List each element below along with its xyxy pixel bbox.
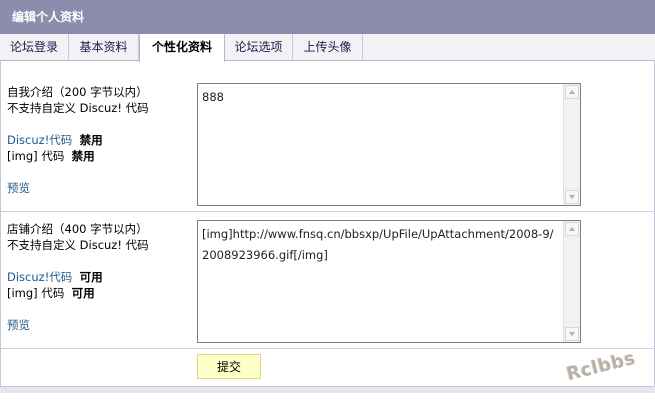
shop-discuz-code-line: Discuz!代码 可用 [7,269,149,285]
bio-textarea[interactable]: 888 [197,83,581,206]
tab-personalized-profile[interactable]: 个性化资料 [139,34,225,62]
tab-forum-login[interactable]: 论坛登录 [0,34,69,61]
bio-img-code-label: [img] 代码 [7,149,65,163]
page-title: 编辑个人资料 [0,0,655,34]
shop-textarea-value: [img]http://www.fnsq.cn/bbsxp/UpFile/UpA… [202,227,554,262]
scroll-up-arrow-icon[interactable] [565,85,579,99]
shop-row: 店铺介绍（400 字节以内） 不支持自定义 Discuz! 代码 Discuz!… [0,212,655,349]
shop-discuz-code-status: 可用 [79,270,103,284]
bio-discuz-code-link[interactable]: Discuz!代码 [7,133,72,147]
shop-textarea[interactable]: [img]http://www.fnsq.cn/bbsxp/UpFile/UpA… [197,220,581,343]
tab-upload-avatar[interactable]: 上传头像 [293,34,363,61]
bio-scrollbar[interactable] [563,84,580,205]
shop-img-code-label: [img] 代码 [7,286,65,300]
bio-field-label: 自我介绍（200 字节以内） 不支持自定义 Discuz! 代码 Discuz!… [7,84,149,196]
bio-discuz-code-status: 禁用 [79,133,103,147]
bio-img-code-line: [img] 代码 禁用 [7,148,149,164]
submit-button[interactable]: 提交 [197,354,261,379]
shop-discuz-code-link[interactable]: Discuz!代码 [7,270,72,284]
scroll-down-arrow-icon[interactable] [565,327,579,341]
panel-footer [0,386,655,393]
shop-title: 店铺介绍（400 字节以内） [7,222,148,236]
shop-note: 不支持自定义 Discuz! 代码 [7,238,149,252]
bio-title: 自我介绍（200 字节以内） [7,85,148,99]
bio-img-code-status: 禁用 [71,149,95,163]
bio-row: 自我介绍（200 字节以内） 不支持自定义 Discuz! 代码 Discuz!… [0,76,655,212]
bio-note: 不支持自定义 Discuz! 代码 [7,101,149,115]
scroll-down-arrow-icon[interactable] [565,190,579,204]
tab-bar: 论坛登录 基本资料 个性化资料 论坛选项 上传头像 [0,34,655,62]
submit-row: 提交 [0,349,655,385]
shop-field-label: 店铺介绍（400 字节以内） 不支持自定义 Discuz! 代码 Discuz!… [7,221,149,333]
scroll-up-arrow-icon[interactable] [565,222,579,236]
shop-img-code-line: [img] 代码 可用 [7,285,149,301]
shop-img-code-status: 可用 [71,286,95,300]
bio-preview-link[interactable]: 预览 [7,180,149,196]
tab-basic-profile[interactable]: 基本资料 [69,34,139,61]
shop-preview-link[interactable]: 预览 [7,317,149,333]
bio-textarea-value: 888 [202,90,224,104]
tab-forum-options[interactable]: 论坛选项 [225,34,293,61]
shop-scrollbar[interactable] [563,221,580,342]
bio-discuz-code-line: Discuz!代码 禁用 [7,132,149,148]
